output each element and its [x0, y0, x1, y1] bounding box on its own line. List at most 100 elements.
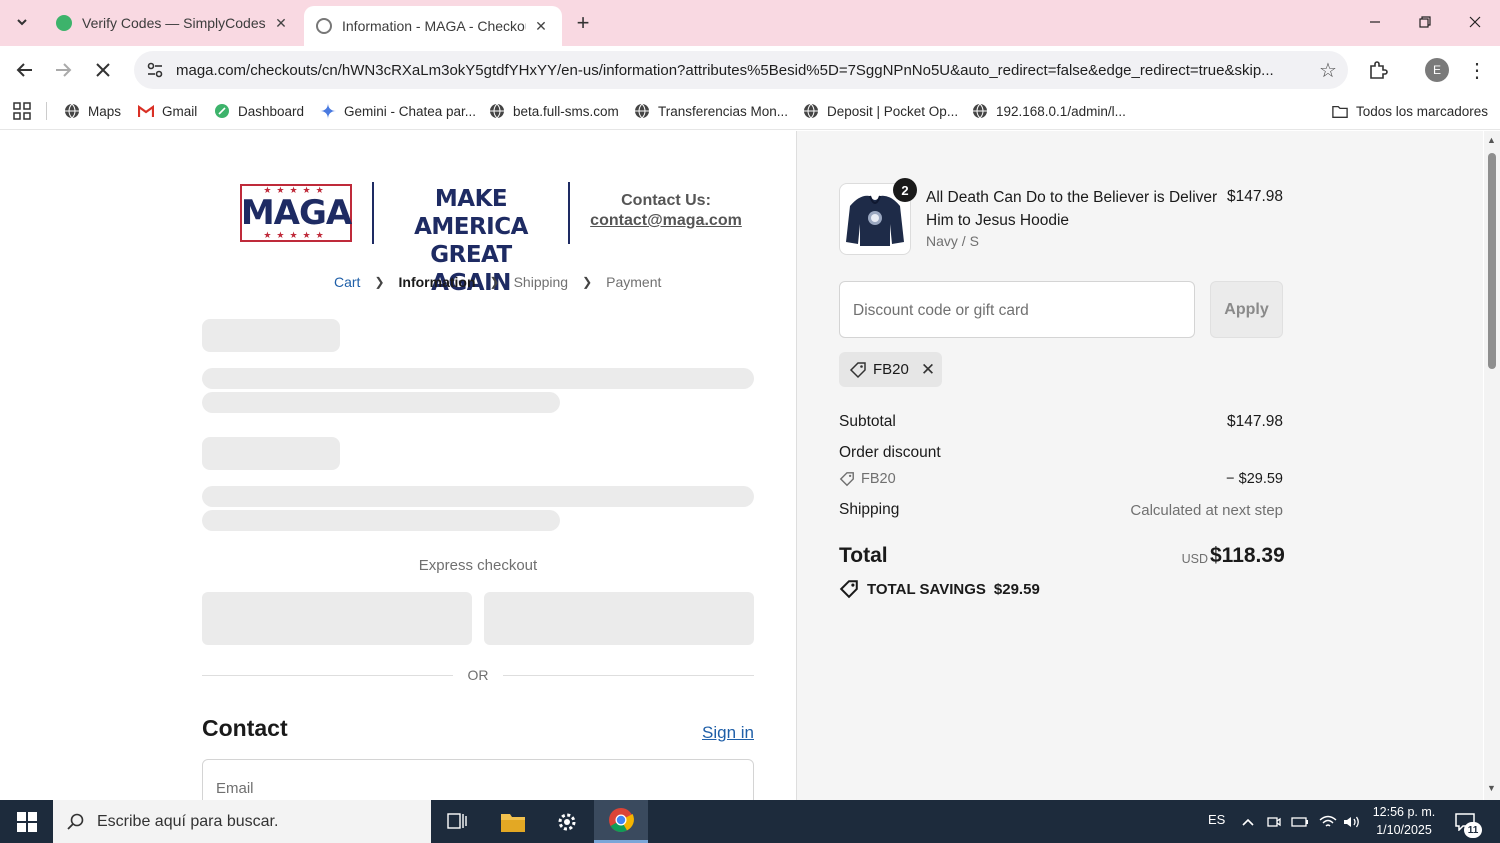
chevron-down-icon	[17, 19, 27, 26]
close-icon[interactable]: ✕	[532, 17, 550, 35]
breadcrumb-cart[interactable]: Cart	[334, 274, 360, 290]
chevron-right-icon: ❯	[489, 275, 500, 289]
chevron-up-icon[interactable]	[1238, 812, 1258, 832]
site-settings-icon[interactable]	[138, 61, 172, 79]
all-bookmarks-button[interactable]: Todos los marcadores	[1332, 100, 1488, 122]
remove-discount-icon[interactable]: ✕	[921, 360, 935, 380]
email-field[interactable]: Email	[202, 759, 754, 800]
bookmark-gemini[interactable]: Gemini - Chatea par...	[320, 100, 476, 122]
taskbar-clock[interactable]: 12:56 p. m. 1/10/2025	[1366, 803, 1442, 839]
apps-grid-icon[interactable]	[12, 101, 32, 121]
express-checkout-button[interactable]	[484, 592, 754, 645]
chrome-taskbar-button[interactable]	[594, 800, 648, 843]
stop-loading-button[interactable]	[88, 55, 118, 85]
language-indicator[interactable]: ES	[1208, 812, 1225, 827]
folder-icon	[501, 813, 525, 832]
volume-icon[interactable]	[1342, 812, 1362, 832]
tab-title: Verify Codes — SimplyCodes	[82, 15, 266, 31]
close-icon[interactable]: ✕	[272, 14, 290, 32]
gear-icon	[558, 813, 576, 830]
chrome-icon	[609, 808, 634, 833]
loading-skeleton	[202, 437, 340, 470]
extensions-button[interactable]	[1364, 56, 1392, 84]
loading-skeleton	[202, 392, 560, 413]
total-savings: TOTAL SAVINGS $29.59	[839, 579, 1040, 599]
sign-in-link[interactable]: Sign in	[654, 723, 754, 743]
bookmark-transferencias[interactable]: Transferencias Mon...	[634, 100, 788, 122]
logo-divider	[568, 182, 570, 244]
scrollbar-thumb[interactable]	[1488, 153, 1496, 369]
windows-taskbar: Escribe aquí para buscar. ES 12:56 p. m.…	[0, 800, 1500, 843]
maga-logo[interactable]: ★★★★★ MAGA ★★★★★	[240, 184, 352, 242]
page-scrollbar[interactable]: ▲ ▼	[1484, 131, 1500, 800]
contact-email-link[interactable]: contact@maga.com	[586, 212, 746, 230]
bookmark-star-icon[interactable]: ☆	[1308, 58, 1348, 83]
checkout-main: ★★★★★ MAGA ★★★★★ MAKE AMERICA GREAT AGAI…	[0, 131, 797, 800]
task-view-icon	[447, 812, 467, 829]
bookmark-label: Maps	[88, 103, 122, 119]
discount-code-label: FB20	[861, 471, 896, 487]
close-icon	[96, 63, 110, 77]
product-variant: Navy / S	[926, 233, 979, 249]
order-discount-row: Order discount	[839, 444, 1283, 462]
bookmark-pocket-option[interactable]: Deposit | Pocket Op...	[803, 100, 958, 122]
tag-icon	[839, 580, 858, 599]
restore-button[interactable]	[1400, 0, 1450, 44]
bookmark-dashboard[interactable]: Dashboard	[214, 100, 304, 122]
discount-code-input[interactable]: Discount code or gift card	[839, 281, 1195, 338]
tab-maga-checkout[interactable]: Information - MAGA - Checkout ✕	[304, 6, 562, 46]
bookmark-label: Transferencias Mon...	[658, 103, 789, 119]
close-window-button[interactable]	[1450, 0, 1500, 44]
logo-divider	[372, 182, 374, 244]
scroll-up-arrow-icon[interactable]: ▲	[1487, 135, 1496, 145]
bookmark-gmail[interactable]: Gmail	[138, 100, 197, 122]
notification-count-badge: 11	[1464, 822, 1482, 838]
breadcrumb-information: Information	[398, 274, 476, 290]
bookmark-full-sms[interactable]: beta.full-sms.com	[489, 100, 619, 122]
address-bar[interactable]: maga.com/checkouts/cn/hWN3cRXaLm3okY5gtd…	[134, 51, 1348, 89]
savings-label: TOTAL SAVINGS	[867, 580, 986, 598]
checkout-page: ★★★★★ MAGA ★★★★★ MAKE AMERICA GREAT AGAI…	[0, 131, 1500, 800]
bookmark-maps[interactable]: Maps	[64, 100, 121, 122]
clock-time: 12:56 p. m.	[1372, 805, 1436, 819]
file-explorer-button[interactable]	[486, 800, 540, 843]
tab-search-button[interactable]	[8, 8, 36, 36]
slogan-line: MAKE AMERICA	[414, 186, 528, 240]
applied-discount-chip: FB20 ✕	[839, 352, 942, 387]
quantity-badge: 2	[893, 178, 917, 202]
browser-menu-button[interactable]: ⋮	[1464, 56, 1490, 84]
logo-text: MAGA	[240, 193, 352, 233]
express-checkout-button[interactable]	[202, 592, 472, 645]
task-view-button[interactable]	[430, 800, 484, 843]
apply-discount-button[interactable]: Apply	[1210, 281, 1283, 338]
browser-toolbar: maga.com/checkouts/cn/hWN3cRXaLm3okY5gtd…	[0, 46, 1500, 92]
url-text[interactable]: maga.com/checkouts/cn/hWN3cRXaLm3okY5gtd…	[172, 62, 1308, 79]
currency-label: USD	[1181, 552, 1208, 566]
search-placeholder: Escribe aquí para buscar.	[97, 812, 279, 830]
taskbar-search-input[interactable]: Escribe aquí para buscar.	[53, 800, 431, 843]
shipping-value: Calculated at next step	[1130, 502, 1283, 519]
globe-icon	[972, 103, 988, 119]
new-tab-button[interactable]: +	[570, 10, 596, 36]
wifi-icon[interactable]	[1318, 812, 1338, 832]
browser-tab-bar: Verify Codes — SimplyCodes ✕ Information…	[0, 0, 1500, 46]
battery-icon[interactable]	[1290, 812, 1310, 832]
minimize-icon	[1370, 21, 1380, 23]
scroll-down-arrow-icon[interactable]: ▼	[1487, 783, 1496, 793]
folder-icon	[1332, 103, 1348, 119]
divider	[202, 675, 453, 676]
breadcrumb-shipping: Shipping	[513, 274, 569, 290]
minimize-button[interactable]	[1350, 0, 1400, 44]
forward-button[interactable]	[48, 55, 78, 85]
settings-button[interactable]	[540, 800, 594, 843]
applied-code-label: FB20	[873, 361, 909, 378]
start-button[interactable]	[0, 800, 53, 843]
tab-verify-codes[interactable]: Verify Codes — SimplyCodes ✕	[44, 6, 302, 40]
loading-skeleton	[202, 486, 754, 507]
leaf-icon	[214, 103, 230, 119]
profile-avatar[interactable]: E	[1425, 58, 1449, 82]
discount-amount: − $29.59	[1226, 471, 1283, 487]
meet-now-icon[interactable]	[1264, 812, 1284, 832]
back-button[interactable]	[10, 55, 40, 85]
bookmark-router-admin[interactable]: 192.168.0.1/admin/l...	[972, 100, 1126, 122]
